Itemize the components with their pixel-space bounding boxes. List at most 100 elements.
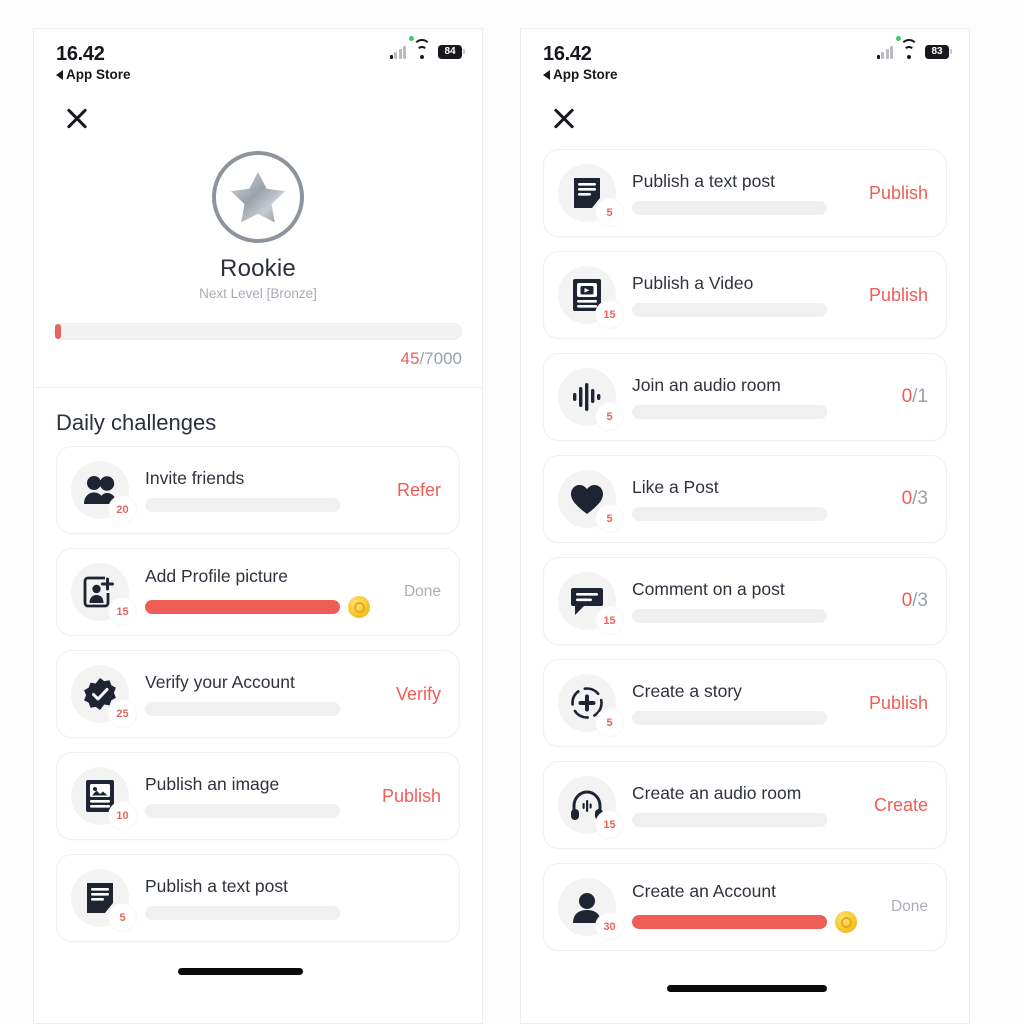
challenge-title: Publish a text post (632, 170, 775, 191)
challenge-progress-bar (632, 915, 827, 930)
icon-wrap: 5 (558, 164, 623, 226)
count-total: /1 (912, 386, 928, 407)
challenge-progress-bar (145, 804, 340, 819)
card-body: Comment on a post (616, 578, 902, 624)
challenge-card-invite-friends[interactable]: 20 Invite friends Refer (56, 446, 460, 534)
challenge-action-publish[interactable]: Publish (869, 183, 932, 204)
challenge-progress-bar (145, 600, 340, 615)
count-current: 0 (901, 386, 913, 407)
phone-screenshot-left: 16.42 App Store 84 Rookie Next Level [Br… (33, 28, 483, 1024)
icon-wrap: 15 (558, 266, 623, 328)
back-label: App Store (66, 67, 131, 82)
progress-row (145, 906, 431, 921)
challenge-action-refer[interactable]: Refer (397, 480, 445, 501)
challenge-progress-bar (632, 405, 827, 420)
star-badge-icon (212, 151, 304, 243)
challenge-progress-bar (632, 507, 827, 522)
wifi-icon (413, 38, 431, 59)
icon-wrap: 5 (558, 368, 623, 430)
close-row-left (34, 91, 482, 141)
progress-row (145, 498, 387, 513)
challenge-progress-bar (632, 303, 827, 318)
points-badge: 20 (109, 496, 136, 523)
challenge-card-like-a-post[interactable]: 5 Like a Post 0/3 (543, 455, 947, 543)
coin-icon (835, 911, 857, 934)
count-current: 0 (901, 590, 913, 611)
progress-row (632, 911, 881, 934)
card-body: Publish a text post (129, 875, 441, 921)
challenge-action-verify[interactable]: Verify (396, 684, 445, 705)
next-level-label: Next Level [Bronze] (199, 286, 317, 301)
progress-row (632, 813, 864, 828)
count-total: /3 (912, 590, 928, 611)
wifi-icon (900, 38, 918, 59)
challenge-card-comment-on-a-post[interactable]: 15 Comment on a post 0/3 (543, 557, 947, 645)
challenge-progress-bar (632, 813, 827, 828)
challenge-card-publish-a-text-post-cutoff[interactable]: 5 Publish a text post (56, 854, 460, 942)
challenge-title: Join an audio room (632, 374, 781, 395)
challenge-title: Comment on a post (632, 578, 785, 599)
challenge-title: Publish an image (145, 773, 280, 794)
challenge-action-publish[interactable]: Publish (869, 285, 932, 306)
xp-current: 45 (400, 349, 420, 368)
challenge-card-create-an-audio-room[interactable]: 15 Create an audio room Create (543, 761, 947, 849)
points-badge: 15 (596, 607, 623, 634)
challenge-action-publish[interactable]: Publish (382, 786, 445, 807)
challenge-card-add-profile-picture[interactable]: 15 Add Profile picture Done (56, 548, 460, 636)
challenge-action-create[interactable]: Create (874, 795, 932, 816)
challenge-title: Add Profile picture (145, 565, 288, 586)
challenge-card-join-an-audio-room[interactable]: 5 Join an audio room 0/1 (543, 353, 947, 441)
challenge-card-verify-account[interactable]: 25 Verify your Account Verify (56, 650, 460, 738)
challenge-progress-bar (145, 702, 340, 717)
back-to-app-store-link[interactable]: App Store (56, 67, 460, 82)
card-body: Publish a Video (616, 272, 869, 318)
challenge-count: 0/1 (902, 386, 932, 408)
icon-wrap: 15 (558, 776, 623, 838)
xp-label: 45/7000 (54, 349, 462, 369)
back-arrow-icon (56, 69, 63, 80)
challenge-action-publish[interactable]: Publish (869, 693, 932, 714)
close-icon[interactable] (64, 105, 90, 131)
battery-icon: 83 (925, 45, 952, 59)
challenge-progress-bar (632, 609, 827, 624)
status-indicators: 83 (876, 36, 952, 59)
challenge-status-done: Done (403, 583, 441, 600)
points-badge: 10 (109, 802, 136, 829)
icon-wrap: 5 (558, 674, 623, 736)
card-body: Like a Post (616, 477, 902, 522)
challenge-status-done: Done (890, 898, 928, 915)
challenge-card-publish-a-video[interactable]: 15 Publish a Video Publish (543, 251, 947, 339)
points-badge: 15 (596, 301, 623, 328)
challenge-progress-bar (145, 498, 340, 513)
challenge-card-create-a-story[interactable]: 5 Create a story Publish (543, 659, 947, 747)
points-badge: 5 (596, 403, 623, 430)
challenge-title: Publish a text post (145, 875, 288, 896)
challenge-title: Publish a Video (632, 272, 754, 293)
challenge-card-publish-an-image[interactable]: 10 Publish an image Publish (56, 752, 460, 840)
card-body: Create an audio room (616, 783, 874, 828)
points-badge: 30 (596, 913, 623, 940)
card-body: Create an Account (616, 880, 891, 934)
green-dot-icon (409, 36, 414, 41)
back-label: App Store (553, 67, 618, 82)
rank-header: Rookie Next Level [Bronze] 45/7000 (34, 141, 482, 387)
challenge-progress-bar (145, 906, 340, 921)
close-icon[interactable] (551, 105, 577, 131)
icon-wrap: 15 (71, 563, 136, 625)
challenge-card-publish-a-text-post[interactable]: 5 Publish a text post Publish (543, 149, 947, 237)
back-arrow-icon (543, 69, 550, 80)
coin-icon (348, 596, 370, 619)
progress-row (632, 711, 859, 726)
status-bar-left: 16.42 App Store 84 (34, 29, 482, 91)
challenge-title: Create an Account (632, 880, 776, 901)
challenge-card-create-an-account[interactable]: 30 Create an Account Done (543, 863, 947, 951)
back-to-app-store-link[interactable]: App Store (543, 67, 947, 82)
home-indicator-right (667, 985, 827, 992)
card-body: Invite friends (129, 468, 397, 513)
challenge-count: 0/3 (902, 488, 932, 510)
icon-wrap: 5 (71, 869, 136, 931)
home-indicator-left (178, 968, 303, 975)
card-body: Publish a text post (616, 170, 869, 216)
points-badge: 15 (596, 811, 623, 838)
progress-row (632, 609, 892, 624)
